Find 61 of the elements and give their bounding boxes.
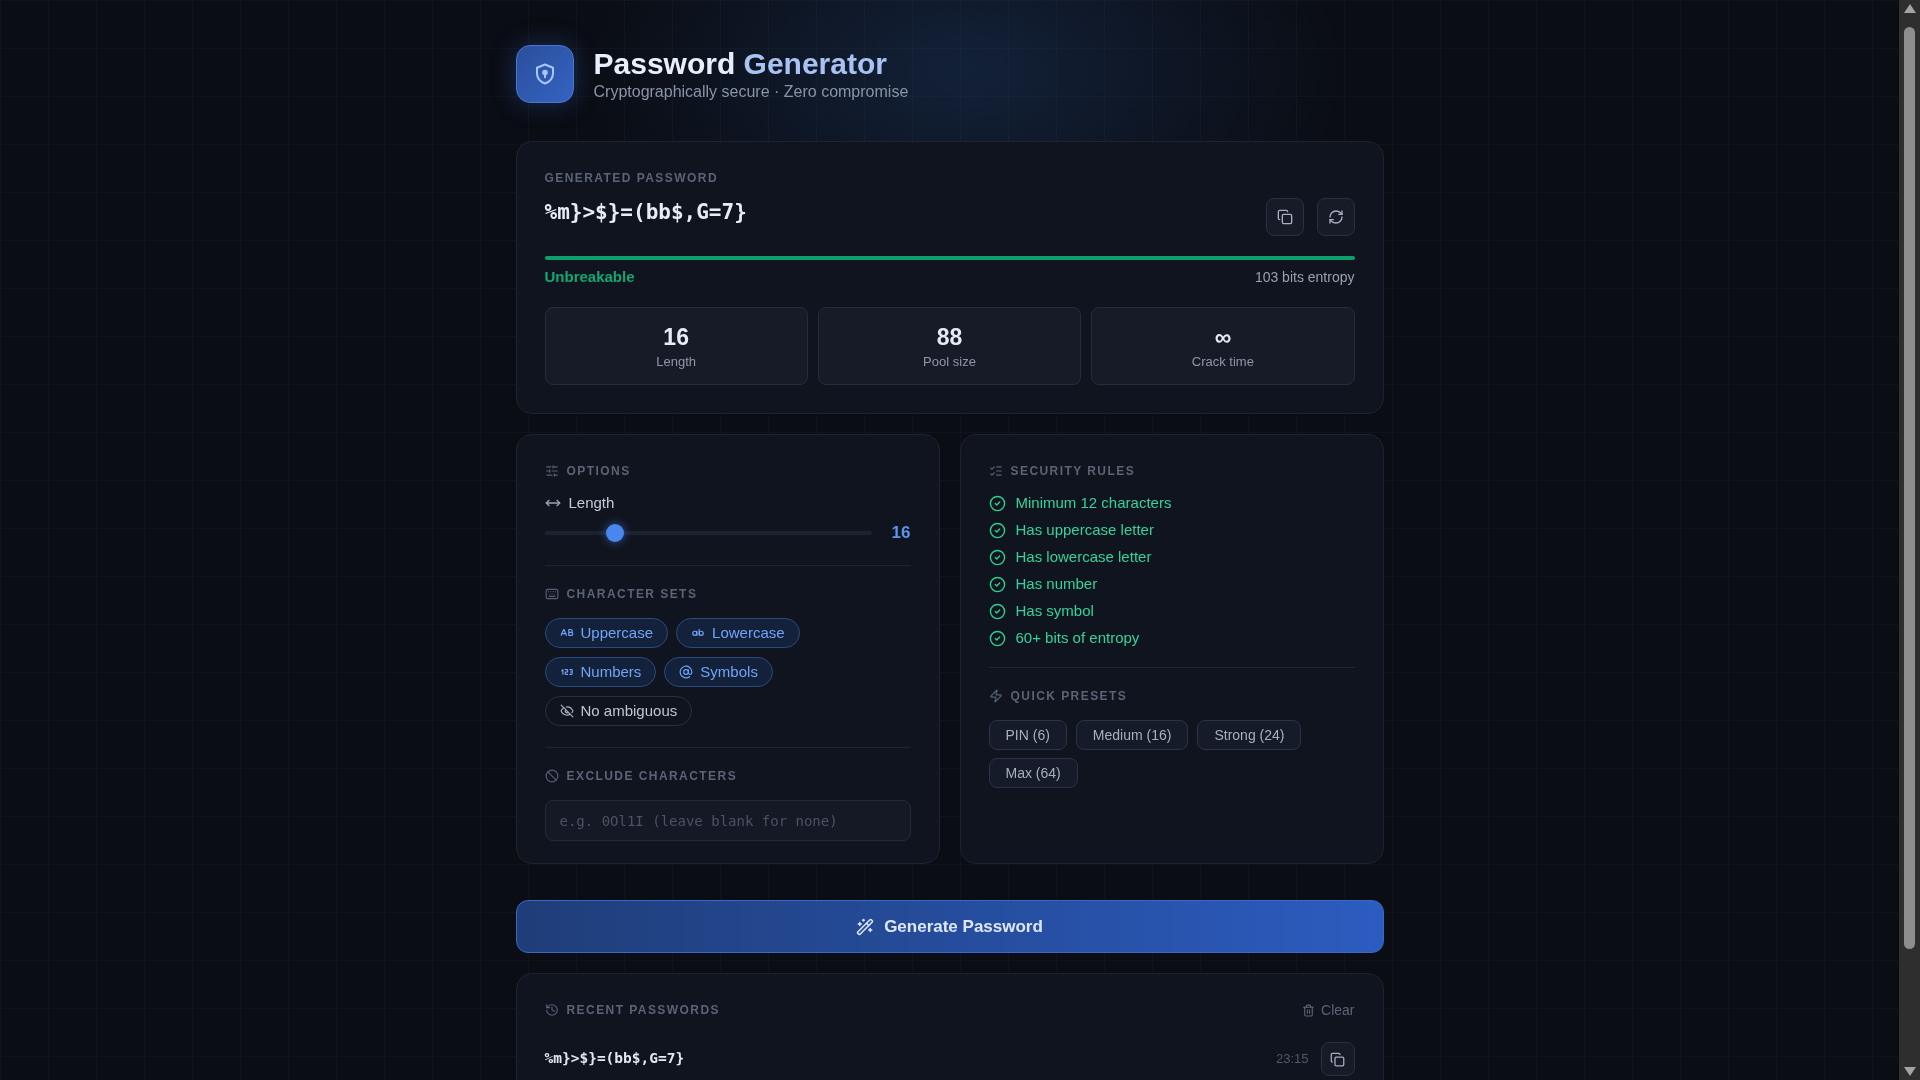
scrollbar-thumb[interactable] [1904,27,1915,949]
slider-thumb[interactable] [606,524,625,542]
rule-text: Has symbol [1015,601,1094,621]
character-set-toggle[interactable]: Uppercase [544,618,669,648]
preset-button[interactable]: Strong (24) [1197,720,1302,750]
eye-off-icon [559,704,574,718]
password-text: %m}>$}=(bb$,G=7} [544,199,747,226]
rule-text: Has number [1015,574,1098,594]
at-sign-icon [679,665,694,679]
magic-wand-icon [856,917,875,936]
generate-button[interactable]: Generate Password [515,900,1384,953]
exclude-characters-input[interactable]: e.g. 0Ol1I (leave blank for none) [544,800,911,841]
refresh-icon [1327,209,1344,225]
lightning-icon [988,689,1003,703]
checklist-icon [988,464,1003,478]
length-slider[interactable] [544,524,872,542]
slider-value: 16 [891,523,911,543]
section-title: CHARACTER SETS [566,586,698,602]
stat-value: 88 [936,323,963,352]
copy-button[interactable] [1320,1042,1355,1076]
section-title: SECURITY RULES [1010,463,1136,479]
timestamp: 23:15 [1275,1050,1309,1069]
trash-icon [1302,1003,1316,1017]
strength-label: Unbreakable [544,267,635,287]
section-title: RECENT PASSWORDS [566,1002,720,1018]
section-title: QUICK PRESETS [1010,688,1128,704]
rule-text: Has lowercase letter [1015,547,1152,567]
stat-label: Crack time [1191,354,1254,370]
preset-button[interactable]: Max (64) [988,758,1078,788]
stat-value: 16 [663,323,689,352]
character-set-toggle[interactable]: Symbols [664,657,773,687]
stat-label: Pool size [923,354,976,370]
ban-icon [544,769,559,783]
regenerate-button[interactable] [1316,198,1355,236]
copy-icon [1330,1051,1345,1067]
scroll-up-icon[interactable] [1903,4,1916,13]
stat-label: Length [656,354,697,370]
length-label: Length [568,493,615,513]
scrollbar[interactable] [1899,0,1920,1080]
entropy-text: 103 bits entropy [1254,268,1355,287]
stat-value: ∞ [1214,323,1232,352]
app-title: Password Generator [593,46,888,82]
character-set-toggle[interactable]: Lowercase [676,618,800,648]
recent-password: %m}>$}=(bb$,G=7} [544,1049,685,1069]
rule-text: 60+ bits of entropy [1015,628,1140,648]
section-title: GENERATED PASSWORD [544,170,719,186]
copy-button[interactable] [1265,198,1304,236]
rule-text: Minimum 12 characters [1015,493,1172,513]
section-title: EXCLUDE CHARACTERS [566,768,738,784]
sliders-icon [544,464,559,478]
scroll-down-icon[interactable] [1903,1067,1916,1076]
preset-button[interactable]: PIN (6) [988,720,1067,750]
character-set-toggle[interactable]: Numbers [544,657,657,687]
keyboard-icon [544,587,559,601]
history-icon [544,1003,559,1017]
shield-icon [515,45,574,103]
rule-text: Has uppercase letter [1015,520,1154,540]
preset-button[interactable]: Medium (16) [1075,720,1189,750]
section-title: OPTIONS [566,463,631,479]
app-subtitle: Cryptographically secure · Zero compromise [593,82,909,102]
copy-icon [1276,209,1293,225]
